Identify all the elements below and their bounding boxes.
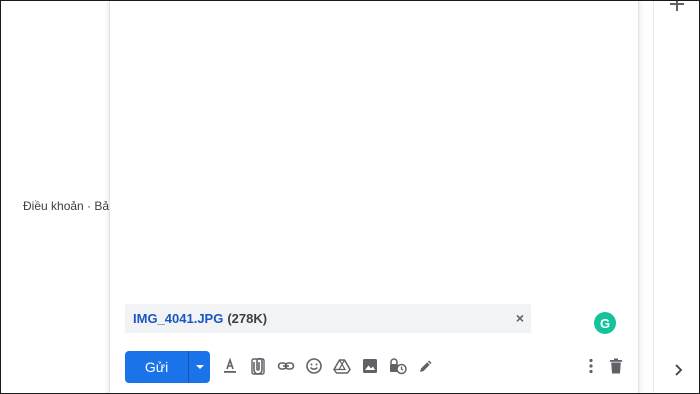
- grammarly-label: G: [599, 315, 611, 331]
- emoji-icon[interactable]: [303, 355, 325, 377]
- send-options-button[interactable]: [188, 351, 210, 383]
- attachment-size: (278K): [227, 311, 268, 326]
- signature-icon[interactable]: [415, 355, 437, 377]
- google-drive-icon[interactable]: [331, 355, 353, 377]
- attachment-chip[interactable]: IMG_4041.JPG (278K) ×: [125, 304, 531, 333]
- gmail-window: Điều khoản · Bảo IMG_4041.JPG (278K) × G…: [0, 0, 700, 394]
- attach-file-icon[interactable]: [247, 355, 269, 377]
- side-panel: [653, 1, 699, 393]
- compose-window: IMG_4041.JPG (278K) × G Gửi: [109, 1, 639, 393]
- chevron-right-icon[interactable]: [671, 363, 685, 377]
- confidential-mode-icon[interactable]: [387, 355, 409, 377]
- footer-links[interactable]: Điều khoản · Bảo: [23, 199, 116, 213]
- send-button-group: Gửi: [125, 351, 210, 383]
- caret-down-icon: [195, 365, 204, 369]
- more-options-icon[interactable]: [580, 355, 602, 377]
- attachment-name[interactable]: IMG_4041.JPG: [133, 311, 223, 326]
- insert-photo-icon[interactable]: [359, 355, 381, 377]
- send-button[interactable]: Gửi: [125, 351, 188, 383]
- remove-attachment-icon[interactable]: ×: [513, 310, 527, 326]
- grammarly-icon[interactable]: G: [594, 312, 616, 334]
- format-text-icon[interactable]: [219, 355, 241, 377]
- insert-link-icon[interactable]: [275, 355, 297, 377]
- add-icon[interactable]: [669, 1, 685, 13]
- discard-draft-icon[interactable]: [605, 355, 627, 377]
